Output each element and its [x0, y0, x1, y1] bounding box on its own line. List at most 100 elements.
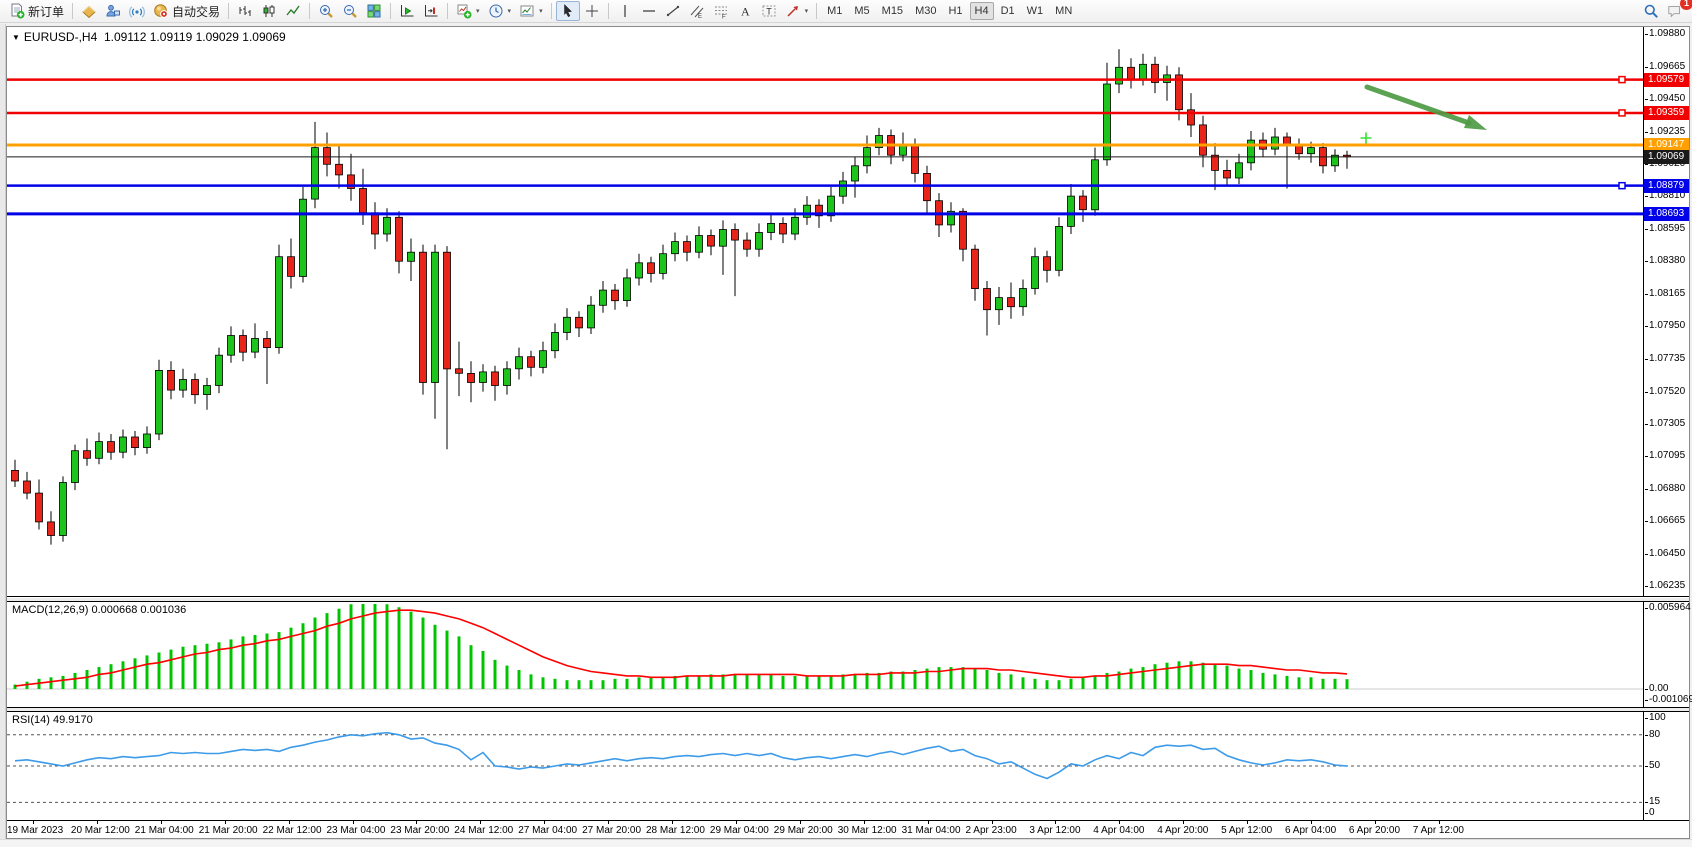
- time-tick: [353, 821, 354, 824]
- horizontal-line-button[interactable]: [637, 1, 661, 21]
- crosshair-icon: [584, 3, 600, 19]
- price-tick-label: 1.06880: [1649, 483, 1685, 494]
- fibonacci-button[interactable]: F: [709, 1, 733, 21]
- navigator-button[interactable]: [101, 1, 125, 21]
- price-axis[interactable]: 1.098801.096651.094501.092351.090201.088…: [1643, 27, 1689, 596]
- toolbar-separator: [608, 3, 609, 19]
- candlestick-chart-button[interactable]: [257, 1, 281, 21]
- chart-title: ▼EURUSD-,H4 1.09112 1.09119 1.09029 1.09…: [12, 30, 286, 44]
- cursor-button[interactable]: [556, 1, 580, 21]
- time-tick: [608, 821, 609, 824]
- timeframe-d1-button[interactable]: D1: [996, 2, 1020, 20]
- chevron-down-icon: ▾: [476, 7, 480, 15]
- svg-text:T: T: [766, 7, 772, 17]
- bar-chart-icon: [237, 3, 253, 19]
- tile-windows-button[interactable]: [362, 1, 386, 21]
- chart-ohlc-values: 1.09112 1.09119 1.09029 1.09069: [104, 30, 286, 44]
- signals-button[interactable]: [125, 1, 149, 21]
- equidistant-channel-button[interactable]: E: [685, 1, 709, 21]
- rsi-axis[interactable]: 1008050150: [1643, 712, 1689, 820]
- svg-text:E: E: [698, 14, 702, 19]
- rsi-label: RSI(14) 49.9170: [12, 714, 93, 726]
- time-tick-label: 23 Mar 04:00: [327, 825, 386, 836]
- bar-chart-button[interactable]: [233, 1, 257, 21]
- time-tick: [1439, 821, 1440, 824]
- time-tick-label: 21 Mar 04:00: [135, 825, 194, 836]
- zoom-in-icon: [318, 3, 334, 19]
- auto-scroll-icon: [399, 3, 415, 19]
- macd-canvas[interactable]: [7, 602, 1643, 707]
- chart-shift-button[interactable]: [419, 1, 443, 21]
- time-tick: [1311, 821, 1312, 824]
- trendline-button[interactable]: [661, 1, 685, 21]
- horizontal-line-icon: [641, 3, 657, 19]
- price-tick-label: 1.08595: [1649, 223, 1685, 234]
- search-button[interactable]: [1639, 1, 1663, 21]
- arrows-button[interactable]: ▾: [781, 1, 813, 21]
- timeframe-m15-button[interactable]: M15: [877, 2, 908, 20]
- one-click-trading-toggle[interactable]: ▼: [12, 33, 20, 42]
- price-tick-label: 1.07095: [1649, 450, 1685, 461]
- main-toolbar: 新订单自动交易▾▾▾EFAT▾M1M5M15M30H1H4D1W1MN1: [0, 0, 1692, 23]
- auto-scroll-button[interactable]: [395, 1, 419, 21]
- line-chart-button[interactable]: [281, 1, 305, 21]
- price-tick-label: 1.07520: [1649, 386, 1685, 397]
- rsi-tick-label: 0: [1649, 807, 1655, 818]
- rsi-canvas[interactable]: [7, 712, 1643, 820]
- timeframe-m30-button[interactable]: M30: [910, 2, 941, 20]
- toolbar-separator: [551, 3, 552, 19]
- timeframe-m1-button[interactable]: M1: [822, 2, 847, 20]
- price-tick-label: 1.09235: [1649, 126, 1685, 137]
- line-chart-icon: [285, 3, 301, 19]
- templates-button[interactable]: ▾: [515, 1, 547, 21]
- autotrading-button[interactable]: 自动交易: [149, 1, 224, 21]
- time-tick-label: 21 Mar 20:00: [199, 825, 258, 836]
- timeframe-w1-button[interactable]: W1: [1022, 2, 1049, 20]
- time-tick-label: 28 Mar 12:00: [646, 825, 705, 836]
- signals-icon: [129, 3, 145, 19]
- timeframe-mn-button[interactable]: MN: [1050, 2, 1077, 20]
- time-tick: [1247, 821, 1248, 824]
- chevron-down-icon: ▾: [805, 7, 809, 15]
- candlestick-canvas[interactable]: [7, 27, 1643, 596]
- price-tick-label: 1.07735: [1649, 353, 1685, 364]
- time-tick-label: 27 Mar 20:00: [582, 825, 641, 836]
- time-tick: [289, 821, 290, 824]
- rsi-plot[interactable]: RSI(14) 49.9170: [7, 712, 1643, 820]
- notifications-button[interactable]: 1: [1663, 1, 1687, 21]
- macd-plot[interactable]: MACD(12,26,9) 0.000668 0.001036: [7, 602, 1643, 707]
- timeframe-h4-button[interactable]: H4: [970, 2, 994, 20]
- zoom-out-button[interactable]: [338, 1, 362, 21]
- macd-axis[interactable]: 0.0059640.00-0.001069: [1643, 602, 1689, 707]
- time-tick: [864, 821, 865, 824]
- new-order-button[interactable]: 新订单: [5, 1, 68, 21]
- chart-profiles-button[interactable]: [77, 1, 101, 21]
- hline-price-label: 1.08693: [1644, 207, 1689, 221]
- zoom-in-button[interactable]: [314, 1, 338, 21]
- time-tick-label: 19 Mar 2023: [7, 825, 63, 836]
- timeframe-m5-button[interactable]: M5: [849, 2, 874, 20]
- time-tick: [1055, 821, 1056, 824]
- time-tick: [1183, 821, 1184, 824]
- text-button[interactable]: A: [733, 1, 757, 21]
- arrows-icon: [785, 3, 801, 19]
- toolbar-separator: [447, 3, 448, 19]
- new-order-icon: [9, 3, 25, 19]
- toolbar-separator: [228, 3, 229, 19]
- rsi-panel: RSI(14) 49.9170 1008050150: [7, 711, 1689, 821]
- time-tick: [928, 821, 929, 824]
- text-label-button[interactable]: T: [757, 1, 781, 21]
- time-tick: [161, 821, 162, 824]
- time-tick-label: 7 Apr 12:00: [1413, 825, 1464, 836]
- indicators-button[interactable]: ▾: [452, 1, 484, 21]
- periods-button[interactable]: ▾: [484, 1, 516, 21]
- time-tick-label: 23 Mar 20:00: [390, 825, 449, 836]
- new-order-label: 新订单: [28, 3, 64, 20]
- crosshair-button[interactable]: [580, 1, 604, 21]
- time-tick-label: 22 Mar 12:00: [263, 825, 322, 836]
- timeframe-h1-button[interactable]: H1: [943, 2, 967, 20]
- time-axis[interactable]: 19 Mar 202320 Mar 12:0021 Mar 04:0021 Ma…: [7, 821, 1689, 838]
- vertical-line-button[interactable]: [613, 1, 637, 21]
- price-chart-plot[interactable]: ▼EURUSD-,H4 1.09112 1.09119 1.09029 1.09…: [7, 27, 1643, 596]
- macd-panel: MACD(12,26,9) 0.000668 0.001036 0.005964…: [7, 601, 1689, 708]
